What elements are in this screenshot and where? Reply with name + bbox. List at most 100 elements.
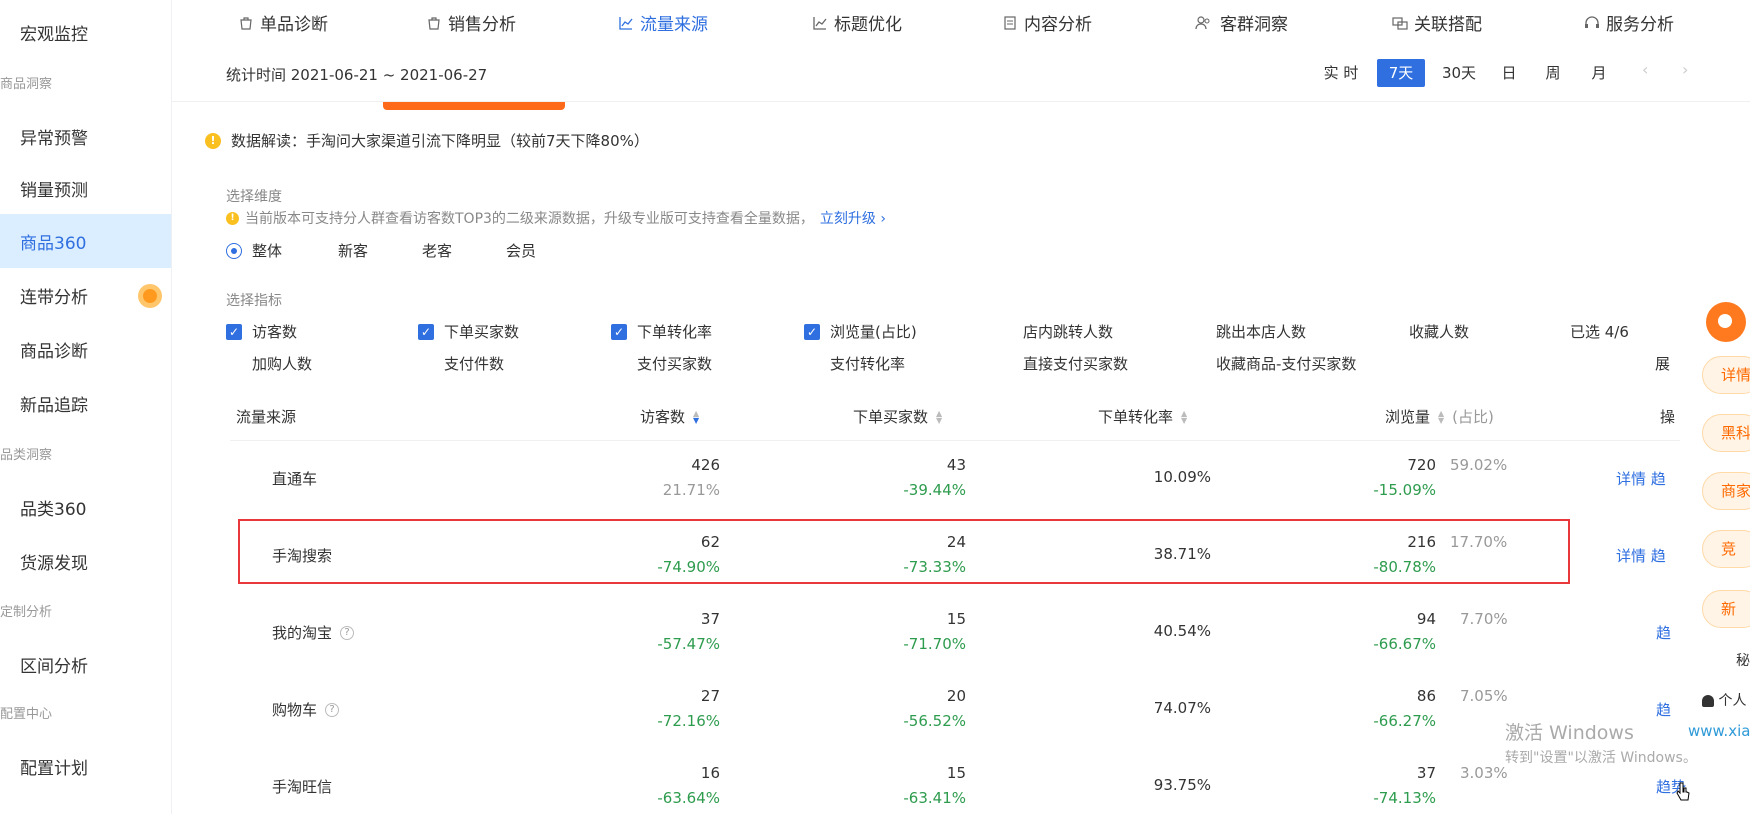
tab-title-optimization[interactable]: 标题优化: [812, 10, 902, 35]
float-blacktech-button[interactable]: 黑科: [1702, 414, 1750, 452]
next-arrow-icon[interactable]: ›: [1682, 60, 1688, 79]
sidebar-item-basket-analysis[interactable]: 连带分析: [20, 283, 88, 308]
metric-paid-conversion[interactable]: 支付转化率: [804, 353, 905, 374]
checkbox-checked-icon: ✓: [226, 323, 242, 340]
sidebar-item-macro-monitor[interactable]: 宏观监控: [20, 20, 88, 45]
date-bar: 统计时间 2021-06-21 ~ 2021-06-27 实 时 7天 30天 …: [172, 44, 1750, 102]
checkbox-unchecked-icon: [1383, 323, 1399, 340]
buyers-change: -71.70%: [903, 635, 966, 653]
warning-icon: !: [205, 132, 221, 149]
insight-text: 数据解读：手淘问大家渠道引流下降明显（较前7天下降80%）: [231, 132, 649, 150]
tab-customer-insight[interactable]: 客群洞察: [1192, 10, 1288, 35]
metric-order-conversion[interactable]: ✓ 下单转化率: [611, 321, 712, 342]
metric-fav-paid-buyers[interactable]: 收藏商品-支付买家数: [1190, 353, 1356, 374]
metric-favorites[interactable]: 收藏人数: [1383, 321, 1469, 342]
banner-edge: [383, 102, 565, 110]
visitors-value: 37: [700, 610, 720, 628]
upgrade-link[interactable]: 立刻升级 ›: [820, 208, 886, 228]
float-personal-link[interactable]: 个人: [1702, 690, 1746, 710]
help-icon[interactable]: ?: [340, 625, 355, 640]
metric-direct-paid-buyers[interactable]: 直接支付买家数: [997, 353, 1128, 374]
expand-button[interactable]: 展: [1655, 353, 1670, 374]
top-nav: 单品诊断 销售分析 流量来源 标题优化 内容分析 客群洞察 关联搭配 服务分析: [172, 0, 1750, 42]
sidebar-item-supply-discovery[interactable]: 货源发现: [20, 549, 88, 574]
col-header-order-buyers[interactable]: 下单买家数 ▲ ▼: [853, 406, 942, 427]
tab-traffic-source[interactable]: 流量来源: [618, 10, 708, 35]
data-insight: ! 数据解读：手淘问大家渠道引流下降明显（较前7天下降80%）: [205, 130, 649, 151]
metric-instore-jump[interactable]: 店内跳转人数: [997, 321, 1113, 342]
col-header-order-conversion[interactable]: 下单转化率 ▲ ▼: [1098, 406, 1187, 427]
col-header-pageviews[interactable]: 浏览量 ▲ ▼ (占比): [1385, 406, 1494, 427]
range-30d-button[interactable]: 30天: [1434, 59, 1484, 87]
buyers-change: -39.44%: [903, 481, 966, 499]
checkbox-checked-icon: ✓: [611, 323, 627, 340]
tab-service-analysis[interactable]: 服务分析: [1584, 10, 1674, 35]
range-7d-button[interactable]: 7天: [1377, 59, 1425, 87]
tab-related-matching[interactable]: 关联搭配: [1392, 10, 1482, 35]
metric-pageviews[interactable]: ✓ 浏览量(占比): [804, 321, 917, 342]
buyers-change: -63.41%: [903, 789, 966, 807]
float-new-button[interactable]: 新: [1702, 590, 1750, 628]
sidebar-item-anomaly-alert[interactable]: 异常预警: [20, 124, 88, 149]
checkbox-unchecked-icon: [611, 355, 627, 372]
float-details-button[interactable]: 详情: [1702, 356, 1750, 394]
conversion-value: 38.71%: [1153, 545, 1211, 563]
row-actions[interactable]: 详情 趋: [1616, 545, 1666, 566]
pv-share: 17.70%: [1450, 533, 1508, 551]
buyers-value: 43: [946, 456, 966, 474]
range-week-button[interactable]: 周: [1538, 59, 1568, 87]
sidebar-item-sales-forecast[interactable]: 销量预测: [20, 176, 88, 201]
sort-icon[interactable]: ▲ ▼: [936, 409, 942, 424]
radio-old-customer[interactable]: 老客: [422, 240, 452, 261]
sidebar-item-product-diagnosis[interactable]: 商品诊断: [20, 337, 88, 362]
float-merchant-button[interactable]: 商家: [1702, 472, 1750, 510]
sidebar-item-product-360[interactable]: 商品360: [20, 229, 86, 254]
prev-arrow-icon[interactable]: ‹: [1642, 60, 1648, 79]
pv-change: -66.67%: [1373, 635, 1436, 653]
range-month-button[interactable]: 月: [1584, 59, 1614, 87]
row-actions[interactable]: 趋: [1656, 622, 1671, 643]
pv-share: 3.03%: [1460, 764, 1508, 782]
buyers-change: -56.52%: [903, 712, 966, 730]
people-icon: [1195, 15, 1210, 29]
bag-icon: [240, 16, 252, 30]
windows-activation-watermark: 激活 Windows 转到"设置"以激活 Windows。: [1505, 718, 1697, 767]
col-header-visitors[interactable]: 访客数 ▲ ▼: [640, 406, 699, 427]
pv-change: -15.09%: [1373, 481, 1436, 499]
float-secret-label[interactable]: 秘: [1736, 650, 1750, 670]
source-name: 我的淘宝: [272, 624, 333, 642]
radio-checked-icon: [226, 242, 242, 259]
source-name-cell: 我的淘宝 ?: [272, 622, 355, 643]
visitors-change: -63.64%: [657, 789, 720, 807]
tab-sales-analysis[interactable]: 销售分析: [426, 10, 516, 35]
sidebar-item-range-analysis[interactable]: 区间分析: [20, 652, 88, 677]
row-actions[interactable]: 详情 趋: [1616, 468, 1666, 489]
metric-paid-items[interactable]: 支付件数: [418, 353, 504, 374]
radio-overall[interactable]: 整体: [226, 240, 282, 261]
pv-value: 720: [1407, 456, 1436, 474]
metric-paid-buyers[interactable]: 支付买家数: [611, 353, 712, 374]
conversion-value: 93.75%: [1153, 776, 1211, 794]
metric-visitors[interactable]: ✓ 访客数: [226, 321, 297, 342]
float-compete-button[interactable]: 竞: [1702, 530, 1750, 568]
sort-icon[interactable]: ▲ ▼: [1438, 409, 1444, 424]
range-realtime-button[interactable]: 实 时: [1315, 59, 1367, 87]
sidebar-item-category-360[interactable]: 品类360: [20, 495, 86, 520]
metric-add-cart[interactable]: 加购人数: [226, 353, 312, 374]
sort-icon[interactable]: ▲ ▼: [693, 409, 699, 424]
row-actions[interactable]: 趋: [1656, 699, 1671, 720]
sort-icon[interactable]: ▲ ▼: [1181, 409, 1187, 424]
assistant-logo-icon[interactable]: [1706, 302, 1746, 342]
radio-member[interactable]: 会员: [506, 240, 536, 261]
metric-order-buyers[interactable]: ✓ 下单买家数: [418, 321, 519, 342]
radio-new-customer[interactable]: 新客: [338, 240, 368, 261]
metric-bounce[interactable]: 跳出本店人数: [1190, 321, 1306, 342]
help-icon[interactable]: ?: [325, 702, 340, 717]
visitors-change: -57.47%: [657, 635, 720, 653]
tab-single-product-diagnosis[interactable]: 单品诊断: [238, 10, 328, 35]
sidebar: 宏观监控 商品洞察 异常预警 销量预测 商品360 连带分析 商品诊断 新品追踪…: [0, 0, 172, 814]
sidebar-item-config-plan[interactable]: 配置计划: [20, 754, 88, 779]
range-day-button[interactable]: 日: [1494, 59, 1524, 87]
sidebar-item-new-product-tracking[interactable]: 新品追踪: [20, 391, 88, 416]
tab-content-analysis[interactable]: 内容分析: [1002, 10, 1092, 35]
